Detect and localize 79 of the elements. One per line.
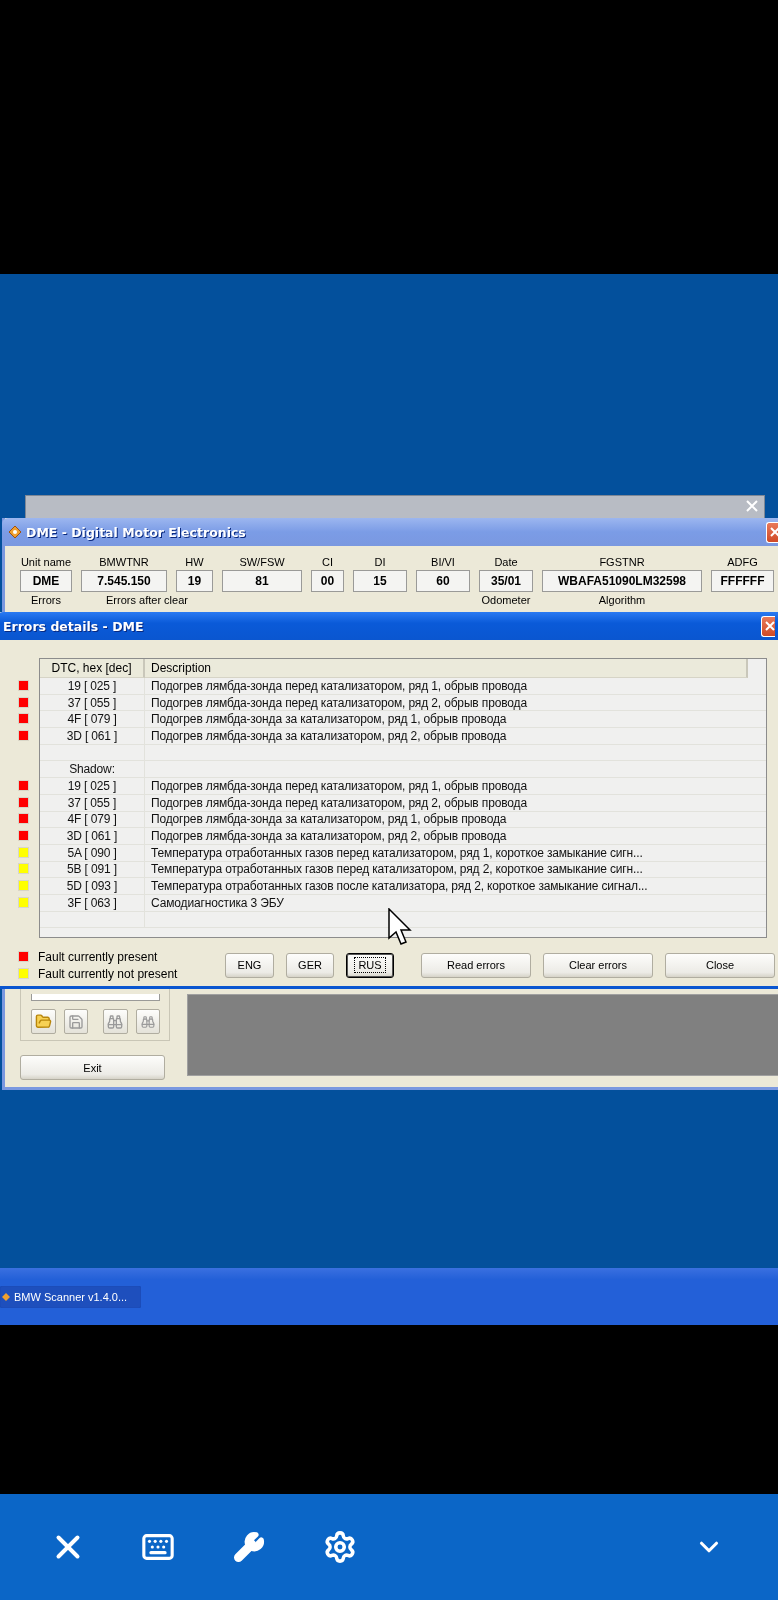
field-label: FGSTNR (598, 556, 646, 568)
error-description: Подогрев лямбда-зонда за катализатором, ряд 2, обрыв провода (151, 728, 507, 743)
dialog-title: Errors details - DME (3, 618, 145, 634)
field-label: SW/FSW (238, 556, 286, 568)
binoculars-icon (107, 1013, 124, 1030)
column-header[interactable]: Description (145, 659, 748, 678)
error-description: Подогрев лямбда-зонда за катализатором, ряд 1, обрыв провода (151, 712, 507, 727)
dtc-code: 3D [ 061 ] (66, 829, 118, 844)
error-description: Температура отработанных газов после катализатора, ряд 2, короткое замыкание сигнал... (151, 879, 648, 894)
group-label: Shadow: (69, 762, 115, 777)
field-label: Errors (30, 594, 62, 606)
diamond-icon (2, 1292, 10, 1301)
field-label: DI (373, 556, 387, 568)
exit-button[interactable]: Exit (20, 1055, 165, 1080)
dtc-code: 37 [ 055 ] (67, 695, 117, 710)
field-value: 7.545.150 (81, 570, 167, 592)
field-label: Algorithm (597, 594, 647, 606)
input-field[interactable] (31, 994, 160, 1001)
dtc-code: 3D [ 061 ] (66, 728, 118, 743)
field-value: DME (20, 570, 72, 592)
dtc-code: 19 [ 025 ] (67, 778, 117, 793)
language-button[interactable]: RUS (346, 952, 394, 978)
dtc-code: 3F [ 063 ] (67, 895, 117, 910)
dtc-code: 5A [ 090 ] (67, 845, 117, 860)
language-button[interactable]: GER (286, 952, 334, 978)
dtc-code: 5D [ 093 ] (66, 879, 118, 894)
field-value: 81 (222, 570, 302, 592)
close-button[interactable] (761, 615, 775, 637)
field-label: BI/VI (430, 556, 456, 568)
field-value: 00 (311, 570, 344, 592)
action-button[interactable]: Close (665, 952, 775, 978)
field-value: 19 (176, 570, 213, 592)
dtc-code: 19 [ 025 ] (67, 678, 117, 693)
window-title: DME - Digital Motor Electronics (26, 524, 247, 540)
close-button[interactable] (766, 521, 778, 543)
settings-icon[interactable] (323, 1530, 357, 1564)
field-label: Date (493, 556, 519, 568)
folder-icon (34, 1013, 52, 1030)
error-description: Подогрев лямбда-зонда за катализатором, ряд 1, обрыв провода (151, 812, 507, 827)
error-description: Самодиагностика 3 ЭБУ (151, 895, 284, 910)
dtc-code: 37 [ 055 ] (67, 795, 117, 810)
binoculars-icon (140, 1014, 155, 1029)
field-value: 60 (416, 570, 470, 592)
dtc-code: 5B [ 091 ] (67, 862, 117, 877)
field-label: BMWTNR (98, 556, 150, 568)
field-value: WBAFA51090LM32598 (542, 570, 702, 592)
action-button[interactable]: Clear errors (543, 952, 653, 978)
dtc-code: 4F [ 079 ] (67, 812, 117, 827)
cursor-icon (388, 908, 412, 946)
floppy-icon (67, 1013, 84, 1030)
field-label: Odometer (480, 594, 532, 606)
field-value: 35/01 (479, 570, 533, 592)
field-value: 15 (353, 570, 407, 592)
taskbar-label: BMW Scanner v1.4.0... (14, 1290, 128, 1303)
wrench-icon[interactable] (233, 1531, 265, 1563)
legend-label: Fault currently present (38, 949, 158, 964)
column-header[interactable]: DTC, hex [dec] (40, 659, 145, 678)
folder-button[interactable] (31, 1009, 56, 1034)
field-label: CI (321, 556, 334, 568)
field-label: ADFG (726, 556, 759, 568)
error-description: Температура отработанных газов перед катализатором, ряд 2, короткое замыкание сигн... (151, 862, 643, 877)
field-label: HW (184, 556, 205, 568)
error-description: Подогрев лямбда-зонда перед катализатором, ряд 2, обрыв провода (151, 795, 527, 810)
error-description: Температура отработанных газов перед катализатором, ряд 1, короткое замыкание сигн... (151, 845, 643, 860)
field-label: Errors after clear (105, 594, 189, 606)
field-value: FFFFFF (711, 570, 774, 592)
taskbar-item[interactable]: BMW Scanner v1.4.0... (0, 1285, 141, 1308)
action-button[interactable]: Read errors (421, 952, 531, 978)
error-description: Подогрев лямбда-зонда перед катализатором, ряд 2, обрыв провода (151, 695, 527, 710)
dtc-code: 4F [ 079 ] (67, 712, 117, 727)
language-button[interactable]: ENG (225, 952, 274, 978)
diamond-icon (8, 525, 22, 539)
error-description: Подогрев лямбда-зонда за катализатором, ряд 2, обрыв провода (151, 829, 507, 844)
field-label: Unit name (20, 556, 72, 568)
error-description: Подогрев лямбда-зонда перед катализатором, ряд 1, обрыв провода (151, 778, 527, 793)
error-description: Подогрев лямбда-зонда перед катализатором, ряд 1, обрыв провода (151, 678, 527, 693)
close-icon (765, 621, 775, 631)
close-icon (770, 527, 778, 537)
legend-label: Fault currently not present (38, 966, 178, 981)
